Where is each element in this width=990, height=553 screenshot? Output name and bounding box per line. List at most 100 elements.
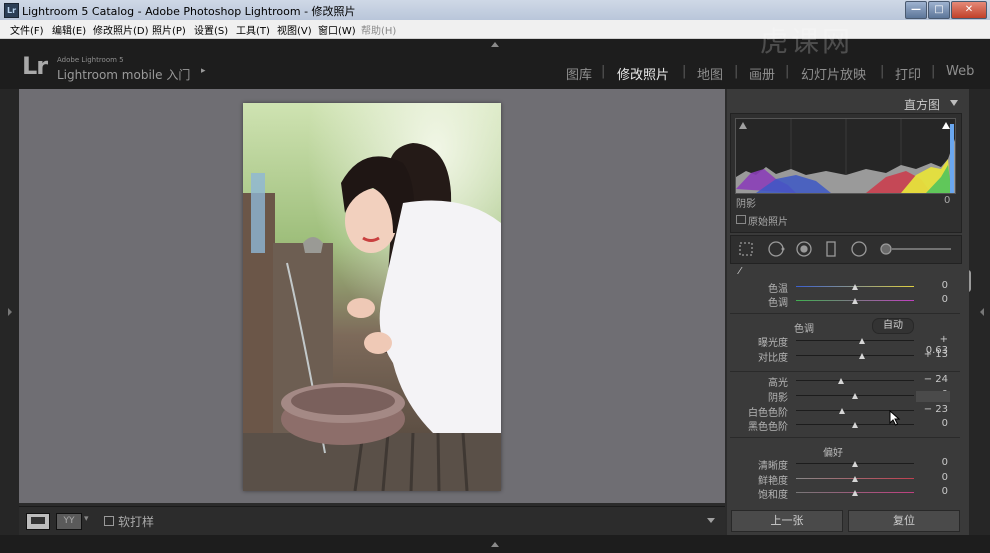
wb-section-top <box>730 266 960 280</box>
spot-removal-icon[interactable] <box>768 241 784 257</box>
slider-label-clarity: 清晰度 <box>758 461 788 472</box>
tool-strip-icons <box>739 241 951 257</box>
histogram-info-label: 阴影 <box>736 199 756 210</box>
radial-filter-icon[interactable] <box>851 241 867 257</box>
slider-thumb-blacks[interactable] <box>852 422 858 428</box>
module-develop[interactable]: 修改照片 <box>617 64 669 83</box>
previous-settings-button[interactable]: 上一张 <box>731 510 843 532</box>
expand-left-panel-arrow-icon[interactable] <box>8 308 12 316</box>
module-print[interactable]: 打印 <box>895 64 921 83</box>
highlight-clipping-icon[interactable] <box>942 122 950 129</box>
slider-label-tint: 色调 <box>768 298 788 309</box>
slider-label-exposure: 曝光度 <box>758 338 788 349</box>
lightroom-app-icon: Lr <box>4 3 19 18</box>
lr-logo: Lr <box>22 52 48 80</box>
histogram-graph <box>736 119 955 193</box>
window-title-bar: Lr Lightroom 5 Catalog - Adobe Photoshop… <box>0 0 990 20</box>
slider-value-blacks[interactable]: 0 <box>918 418 948 429</box>
menu-help[interactable]: 帮助(H) <box>361 22 396 37</box>
menu-tools[interactable]: 工具(T) <box>236 22 270 37</box>
slider-label-vibrance: 鲜艳度 <box>758 476 788 487</box>
slider-value-vibrance[interactable]: 0 <box>918 472 948 483</box>
section-divider <box>730 313 960 314</box>
module-library[interactable]: 图库 <box>566 64 592 83</box>
module-slideshow[interactable]: 幻灯片放映 <box>801 64 866 83</box>
shadow-clipping-icon[interactable] <box>739 122 747 129</box>
soft-proof-checkbox[interactable] <box>104 516 114 526</box>
section-divider <box>730 437 960 438</box>
slider-thumb-exposure[interactable] <box>859 338 866 344</box>
histogram-info-value: 0 <box>944 195 951 206</box>
slider-value-tint[interactable]: 0 <box>918 294 948 305</box>
slider-thumb-tint[interactable] <box>852 298 858 304</box>
slider-value-saturation[interactable]: 0 <box>918 486 948 497</box>
presence-header: 偏好 <box>823 448 843 459</box>
window-title: Lightroom 5 Catalog - Adobe Photoshop Li… <box>22 5 356 18</box>
slider-thumb-highlights[interactable] <box>837 378 844 384</box>
slider-label-blacks: 黑色色阶 <box>748 422 788 433</box>
toolbar-menu-arrow-icon[interactable] <box>707 518 715 523</box>
eyedropper-icon[interactable]: ⁄ <box>739 266 741 277</box>
slider-value-highlights[interactable]: − 24 <box>918 374 948 385</box>
menu-settings[interactable]: 设置(S) <box>194 22 228 37</box>
tone-header: 色调 <box>794 324 814 335</box>
slider-track-highlights[interactable] <box>796 380 914 381</box>
identity-arrow-icon[interactable]: ▸ <box>201 66 206 76</box>
photo-image <box>243 103 501 491</box>
identity-plate[interactable]: Lightroom mobile 入门 <box>57 66 190 83</box>
slider-thumb-vibrance[interactable] <box>852 476 858 482</box>
soft-proof-label: 软打样 <box>118 515 155 529</box>
module-map[interactable]: 地图 <box>697 64 723 83</box>
slider-thumb-temp[interactable] <box>852 284 858 290</box>
minimize-button[interactable]: — <box>905 1 927 19</box>
reset-button[interactable]: 复位 <box>848 510 960 532</box>
slider-thumb-contrast[interactable] <box>859 353 866 359</box>
photo-preview[interactable] <box>243 103 501 491</box>
histogram[interactable] <box>735 118 956 194</box>
compare-view-icon[interactable]: YY <box>56 513 82 530</box>
slider-thumb-whites[interactable] <box>839 408 846 414</box>
module-separator: | <box>880 64 885 79</box>
menu-window[interactable]: 窗口(W) <box>318 22 356 37</box>
histogram-collapse-icon[interactable] <box>950 100 958 106</box>
slider-value-whites[interactable]: − 23 <box>918 404 948 415</box>
adjustment-brush-icon[interactable] <box>880 243 892 255</box>
slider-label-saturation: 饱和度 <box>758 490 788 501</box>
collapse-top-panel-arrow-icon[interactable] <box>491 42 499 47</box>
module-book[interactable]: 画册 <box>749 64 775 83</box>
histogram-title[interactable]: 直方图 <box>904 96 940 113</box>
slider-value-temp[interactable]: 0 <box>918 280 948 291</box>
slider-thumb-clarity[interactable] <box>852 461 858 467</box>
module-separator: | <box>734 64 739 79</box>
original-photo-checkbox[interactable] <box>736 215 746 224</box>
collapse-right-panel-arrow-icon[interactable] <box>980 308 984 316</box>
close-button[interactable]: ✕ <box>951 1 987 19</box>
slider-track-contrast[interactable] <box>796 355 914 356</box>
slider-thumb-saturation[interactable] <box>852 490 858 496</box>
slider-value-clarity[interactable]: 0 <box>918 457 948 468</box>
section-divider <box>730 371 960 372</box>
menu-file[interactable]: 文件(F) <box>10 22 44 37</box>
expand-filmstrip-arrow-icon[interactable] <box>491 542 499 547</box>
view-mode-dropdown-icon[interactable]: ▾ <box>84 514 89 524</box>
slider-track-exposure[interactable] <box>796 340 914 341</box>
watermark: 虎课网 <box>760 25 854 58</box>
crop-icon[interactable] <box>739 242 753 256</box>
graduated-filter-icon[interactable] <box>826 241 836 257</box>
menu-view[interactable]: 视图(V) <box>277 22 312 37</box>
slider-label-highlights: 高光 <box>768 378 788 389</box>
loupe-view-icon[interactable] <box>26 513 50 530</box>
auto-tone-button[interactable]: 自动 <box>872 318 914 334</box>
maximize-button[interactable]: □ <box>928 1 950 19</box>
menu-edit[interactable]: 编辑(E) <box>52 22 86 37</box>
slider-label-temp: 色温 <box>768 284 788 295</box>
slider-label-shadows: 阴影 <box>768 393 788 404</box>
module-web[interactable]: Web <box>946 64 974 79</box>
slider-value-contrast[interactable]: + 13 <box>918 349 948 360</box>
menu-develop[interactable]: 修改照片(D) <box>93 22 149 37</box>
slider-label-whites: 白色色阶 <box>748 408 788 419</box>
menu-photo[interactable]: 照片(P) <box>152 22 186 37</box>
slider-thumb-shadows[interactable] <box>852 393 858 399</box>
original-photo-label: 原始照片 <box>748 217 788 228</box>
mouse-cursor-icon <box>889 410 901 426</box>
